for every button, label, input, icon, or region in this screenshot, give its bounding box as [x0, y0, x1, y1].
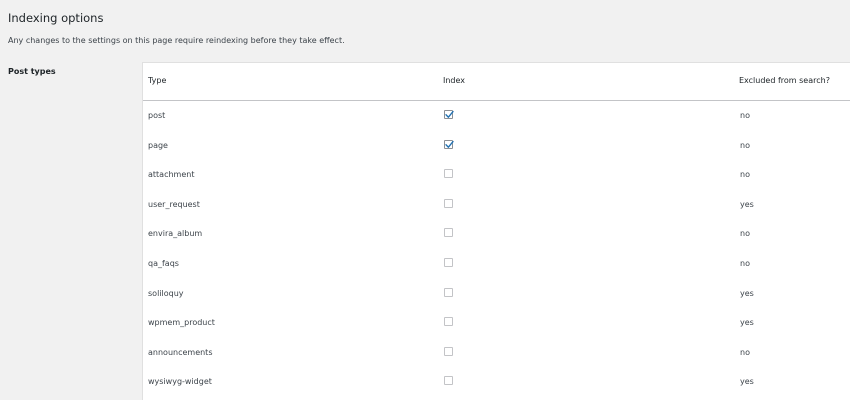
table-row: page no — [143, 131, 850, 161]
section-label-post-types: Post types — [8, 67, 56, 76]
post-type-name: qa_faqs — [148, 259, 179, 268]
table-row: post no — [143, 101, 850, 131]
index-checkbox[interactable] — [444, 198, 453, 208]
excluded-from-search-value: no — [740, 259, 750, 268]
indexing-options-page: Indexing options Any changes to the sett… — [0, 0, 850, 400]
checkmark-icon — [445, 110, 454, 118]
post-type-name: post — [148, 111, 166, 120]
index-checkbox[interactable] — [444, 287, 453, 297]
excluded-from-search-value: no — [740, 347, 750, 357]
post-type-name: announcements — [148, 347, 213, 357]
index-checkbox[interactable] — [444, 110, 454, 119]
table-row: wpmem_product yes — [143, 308, 850, 338]
post-type-name: envira_album — [148, 229, 203, 239]
column-header-excluded: Excluded from search? — [739, 76, 830, 85]
checkmark-icon — [445, 140, 454, 148]
column-header-index: Index — [443, 76, 466, 85]
table-row: envira_album no — [143, 219, 850, 249]
index-checkbox[interactable] — [444, 346, 453, 356]
table-row: soliloquy yes — [143, 279, 850, 309]
table-row: qa_faqs no — [143, 249, 850, 279]
excluded-from-search-value: yes — [740, 318, 754, 328]
excluded-from-search-value: no — [740, 140, 750, 150]
post-type-name: wysiwyg-widget — [148, 377, 212, 387]
post-types-table: Type Index Excluded from search? post no p… — [142, 62, 850, 400]
table-row: announcements no — [143, 338, 850, 368]
page-title: Indexing options — [8, 11, 104, 25]
excluded-from-search-value: yes — [740, 288, 754, 298]
excluded-from-search-value: no — [740, 229, 750, 239]
index-checkbox[interactable] — [444, 258, 453, 267]
excluded-from-search-value: no — [740, 170, 750, 180]
excluded-from-search-value: no — [740, 111, 750, 120]
excluded-from-search-value: yes — [740, 377, 754, 387]
index-checkbox[interactable] — [444, 228, 453, 238]
post-type-name: user_request — [148, 199, 200, 209]
page-description: Any changes to the settings on this page… — [8, 36, 345, 45]
table-row: attachment no — [143, 160, 850, 190]
post-type-name: attachment — [148, 170, 195, 180]
post-type-name: soliloquy — [148, 288, 184, 298]
table-row: wysiwyg-widget yes — [143, 367, 850, 397]
index-checkbox[interactable] — [444, 139, 454, 149]
post-type-name: wpmem_product — [148, 318, 215, 328]
index-checkbox[interactable] — [444, 169, 453, 179]
table-header: Type Index Excluded from search? — [143, 63, 850, 101]
index-checkbox[interactable] — [444, 317, 453, 327]
table-row: user_request yes — [143, 190, 850, 220]
index-checkbox[interactable] — [444, 376, 453, 386]
post-type-name: page — [148, 140, 168, 150]
column-header-type: Type — [148, 76, 167, 85]
excluded-from-search-value: yes — [740, 199, 754, 209]
